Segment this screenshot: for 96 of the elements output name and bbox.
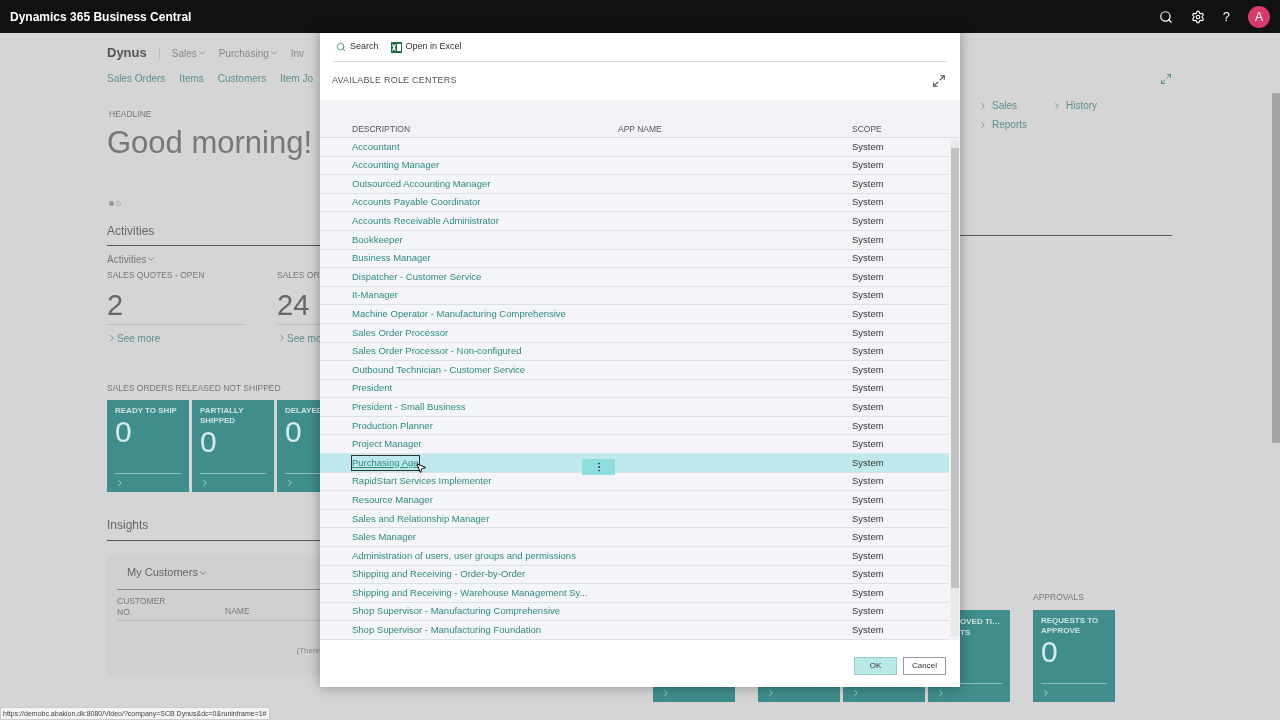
role-link[interactable]: Resource Manager xyxy=(352,492,433,508)
headline-label: HEADLINE xyxy=(109,108,153,121)
table-cell: System xyxy=(852,232,884,247)
tile[interactable]: PARTIALLY SHIPPED 0 xyxy=(192,400,274,493)
role-link[interactable]: Sales and Relationship Manager xyxy=(352,511,490,526)
tiles-label: SALES ORDERS RELEASED NOT SHIPPED xyxy=(107,381,282,395)
nav-link[interactable]: Customers xyxy=(217,71,267,86)
table-cell: System xyxy=(852,139,884,154)
table-cell: System xyxy=(852,362,884,377)
tile[interactable]: REQUESTS TO APPROVE 0 xyxy=(1033,609,1115,702)
nav-link[interactable]: Sales Orders xyxy=(107,71,166,86)
nav-link[interactable]: Items xyxy=(179,71,204,86)
company-name: Dynus xyxy=(107,44,147,63)
table-cell-text: System xyxy=(852,176,884,191)
cue-value[interactable]: 2 xyxy=(107,287,244,325)
cue-label: SALES QUOTES - OPEN xyxy=(107,268,206,282)
table-cell: System xyxy=(852,530,884,545)
column-header: NAME xyxy=(225,605,250,618)
role-link[interactable]: Sales Manager xyxy=(352,530,416,545)
table-cell: System xyxy=(852,474,884,489)
table-cell: System xyxy=(852,604,884,619)
role-link[interactable]: Administration of users, user groups and permissions xyxy=(352,548,576,563)
tile-value: 0 xyxy=(200,426,218,459)
user-avatar[interactable]: A xyxy=(1248,5,1270,28)
role-link[interactable]: Business Manager xyxy=(352,251,431,266)
nav-link[interactable]: Item Jo xyxy=(280,71,313,86)
search-button[interactable]: Search xyxy=(336,40,379,54)
menu-item[interactable]: Purchasing xyxy=(218,45,279,61)
excel-button[interactable]: Open in Excel xyxy=(390,40,462,54)
table-row[interactable]: Purchasing Age System xyxy=(320,454,949,473)
table-cell-text: System xyxy=(852,492,884,507)
column-header: SCOPE xyxy=(852,123,882,136)
role-link[interactable]: Machine Operator - Manufacturing Comprehensive xyxy=(352,307,566,322)
table-cell-text: System xyxy=(852,307,884,321)
role-link[interactable]: Shop Supervisor - Manufacturing Foundation xyxy=(352,623,542,638)
column-header: DESCRIPTION xyxy=(352,123,412,136)
tile-value: 0 xyxy=(115,416,133,449)
table-cell: System xyxy=(852,251,884,266)
tile[interactable]: READY TO SHIP 0 xyxy=(107,400,189,493)
table-cell-text: System xyxy=(852,214,884,228)
table-cell: System xyxy=(852,437,884,452)
table-cell-text: System xyxy=(852,585,884,600)
column-header: CUSTOMER NO. xyxy=(117,595,167,618)
table-cell: System xyxy=(852,195,884,210)
customers-menu[interactable]: My Customers xyxy=(127,564,320,581)
tile-label: TS xyxy=(960,626,972,638)
role-link[interactable]: Shop Supervisor - Manufacturing Comprehensive xyxy=(352,604,561,619)
role-link[interactable]: Accountant xyxy=(352,139,400,154)
tile-value: 0 xyxy=(285,416,303,449)
app-title: Dynamics 365 Business Central xyxy=(10,8,192,26)
role-link[interactable]: Accounting Manager xyxy=(352,158,440,173)
role-link[interactable]: Accounts Payable Coordinator xyxy=(352,195,481,210)
table-cell: System xyxy=(852,158,884,173)
role-link[interactable]: Sales Order Processor xyxy=(352,325,449,340)
dialog-title: AVAILABLE ROLE CENTERS xyxy=(332,74,457,88)
section-label: APPROVALS xyxy=(1033,591,1085,604)
cancel-button[interactable]: Cancel xyxy=(903,657,946,675)
table-cell: System xyxy=(852,455,884,470)
role-link[interactable]: Bookkeeper xyxy=(352,232,403,247)
role-link[interactable]: Shipping and Receiving - Warehouse Management Sy... xyxy=(352,585,588,601)
role-link[interactable]: Sales xyxy=(978,98,1052,113)
activities-menu[interactable]: Activities xyxy=(107,251,320,267)
role-link[interactable]: Outsourced Accounting Manager xyxy=(352,176,491,192)
tile-label: PARTIALLY SHIPPED xyxy=(200,406,245,427)
headline: Good morning! xyxy=(107,124,314,161)
tile-label: REQUESTS TO APPROVE xyxy=(1041,615,1100,636)
menu-item[interactable]: Inv xyxy=(290,45,305,61)
table-cell: System xyxy=(852,623,884,638)
tile-value: 0 xyxy=(1041,635,1059,668)
cue-label: SALES OR xyxy=(277,268,321,282)
role-link[interactable]: Shipping and Receiving - Order-by-Order xyxy=(352,567,526,582)
role-link[interactable]: Reports xyxy=(978,117,1052,132)
see-more-link[interactable]: See more xyxy=(107,330,244,346)
role-link[interactable]: President xyxy=(352,381,393,396)
table-cell: System xyxy=(852,288,884,303)
tile-label: READY TO SHIP xyxy=(115,406,178,417)
table-cell: System xyxy=(852,344,884,359)
ok-button[interactable]: OK xyxy=(854,657,897,675)
table-cell: System xyxy=(852,325,884,340)
column-header: APP NAME xyxy=(618,123,663,136)
table-cell: System xyxy=(852,418,884,433)
table-cell: System xyxy=(852,511,884,526)
role-link[interactable]: Dispatcher - Customer Service xyxy=(352,269,482,285)
table-cell: System xyxy=(852,548,884,563)
role-link[interactable]: Sales Order Processor - Non-configured xyxy=(352,344,522,359)
role-link[interactable]: Accounts Receivable Administrator xyxy=(352,214,499,229)
table-cell-text: System xyxy=(852,269,884,284)
table-cell: System xyxy=(852,567,884,582)
table-cell: System xyxy=(852,381,884,396)
role-link[interactable]: History xyxy=(1052,98,1132,113)
menu-item[interactable]: Sales xyxy=(171,45,207,61)
tile-label: OVED TI… xyxy=(960,615,1001,627)
help-icon[interactable]: ? xyxy=(1222,6,1230,27)
role-link[interactable]: It-Manager xyxy=(352,288,398,303)
table-cell-text: System xyxy=(852,399,884,414)
role-link[interactable]: Outbound Technician - Customer Service xyxy=(352,362,526,377)
